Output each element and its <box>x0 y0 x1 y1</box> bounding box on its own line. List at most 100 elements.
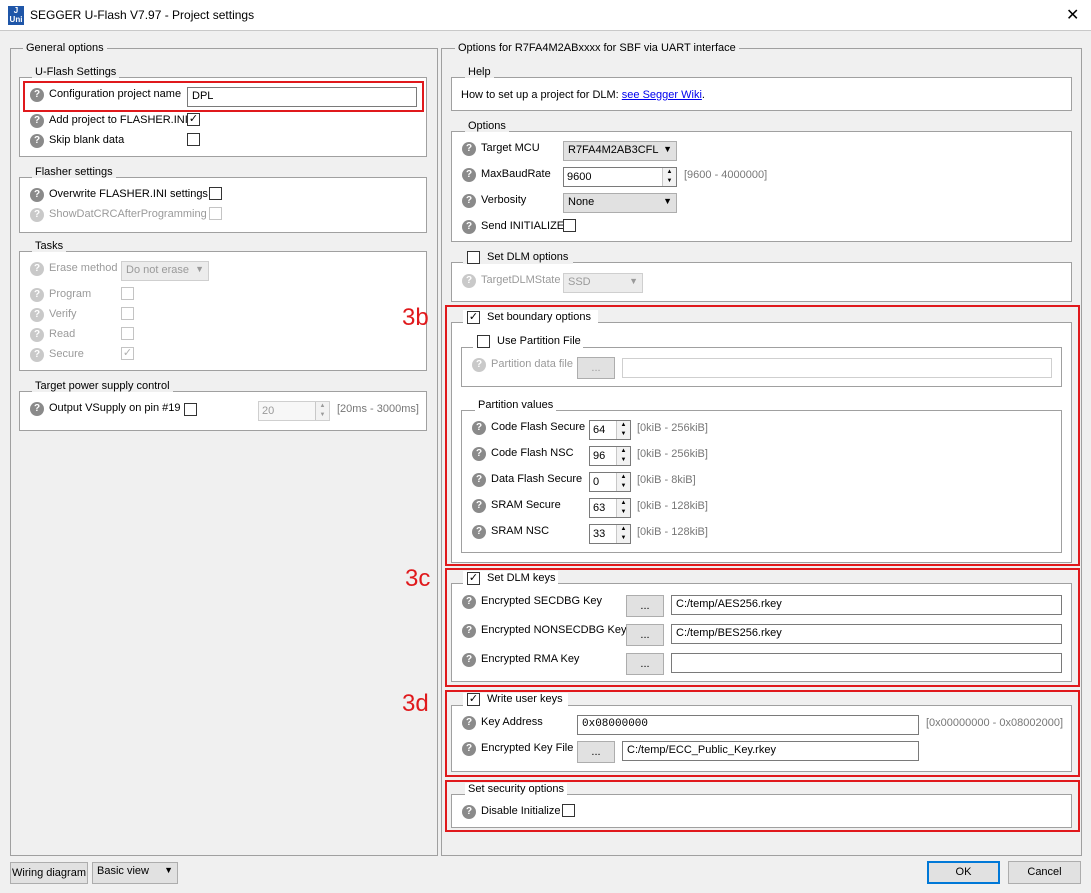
disable-initialize-checkbox[interactable] <box>562 804 575 817</box>
ok-button[interactable]: OK <box>927 861 1000 884</box>
verbosity-value: None <box>568 196 595 208</box>
help-icon[interactable]: ? <box>462 595 476 609</box>
dlm-keys-checkbox[interactable]: ✓ <box>467 572 480 585</box>
partition-row-stepper[interactable]: 33 ▲ ▼ <box>589 524 631 544</box>
help-icon: ? <box>30 288 44 302</box>
help-icon[interactable]: ? <box>30 134 44 148</box>
max-baud-value: 9600 <box>567 171 592 183</box>
spin-up-icon[interactable]: ▲ <box>617 421 630 430</box>
help-icon[interactable]: ? <box>462 142 476 156</box>
help-icon[interactable]: ? <box>472 525 486 539</box>
help-icon: ? <box>472 358 486 372</box>
boundary-options-checkbox[interactable]: ✓ <box>467 311 480 324</box>
output-vsupply-checkbox[interactable] <box>184 403 197 416</box>
dlm-keys-title: Set DLM keys <box>487 572 556 584</box>
help-icon[interactable]: ? <box>472 421 486 435</box>
flasher-settings-title: Flasher settings <box>32 166 116 178</box>
partition-row-stepper[interactable]: 63 ▲ ▼ <box>589 498 631 518</box>
spin-down-icon[interactable]: ▼ <box>617 430 630 439</box>
spin-up-icon[interactable]: ▲ <box>617 447 630 456</box>
dlm-key-path-input[interactable]: C:/temp/AES256.rkey <box>671 595 1062 615</box>
dlm-key-path-input[interactable]: C:/temp/BES256.rkey <box>671 624 1062 644</box>
dlm-key-browse-button[interactable]: ... <box>626 653 664 675</box>
checkmark-icon: ✓ <box>468 311 479 323</box>
spin-up-icon: ▲ <box>316 402 329 411</box>
partition-row-stepper[interactable]: 64 ▲ ▼ <box>589 420 631 440</box>
help-icon[interactable]: ? <box>462 194 476 208</box>
help-icon: ? <box>30 262 44 276</box>
disable-initialize-label: Disable Initialize <box>481 805 561 817</box>
target-dlm-state-value: SSD <box>568 276 591 288</box>
secure-label: Secure <box>49 348 84 360</box>
encrypted-key-file-browse-button[interactable]: ... <box>577 741 615 763</box>
use-partition-file-checkbox[interactable] <box>477 335 490 348</box>
target-dlm-state-label: TargetDLMState <box>481 274 561 286</box>
dlm-key-browse-button[interactable]: ... <box>626 595 664 617</box>
send-initialize-checkbox[interactable] <box>563 219 576 232</box>
spin-up-icon[interactable]: ▲ <box>663 168 676 177</box>
security-options-title: Set security options <box>465 783 567 795</box>
overwrite-checkbox[interactable] <box>209 187 222 200</box>
program-checkbox <box>121 287 134 300</box>
key-address-input[interactable]: 0x08000000 <box>577 715 919 735</box>
partition-row-label: Code Flash Secure <box>491 421 586 433</box>
spin-up-icon[interactable]: ▲ <box>617 525 630 534</box>
dlm-key-browse-button[interactable]: ... <box>626 624 664 646</box>
segger-wiki-link[interactable]: see Segger Wiki <box>622 89 702 101</box>
help-icon[interactable]: ? <box>462 220 476 234</box>
help-icon[interactable]: ? <box>462 742 476 756</box>
help-icon[interactable]: ? <box>462 805 476 819</box>
flasher-settings-group <box>19 177 427 233</box>
view-mode-select[interactable]: Basic view ▼ <box>92 862 178 884</box>
tasks-title: Tasks <box>32 240 67 252</box>
partition-row-label: Data Flash Secure <box>491 473 583 485</box>
help-icon: ? <box>30 208 44 222</box>
help-icon[interactable]: ? <box>30 402 44 416</box>
help-icon: ? <box>462 274 476 288</box>
help-icon[interactable]: ? <box>472 473 486 487</box>
skip-blank-checkbox[interactable] <box>187 133 200 146</box>
dlm-options-checkbox[interactable] <box>467 251 480 264</box>
dlm-key-path-input[interactable] <box>671 653 1062 673</box>
max-baud-stepper[interactable]: 9600 ▲ ▼ <box>563 167 677 187</box>
help-icon[interactable]: ? <box>462 716 476 730</box>
partition-row-stepper[interactable]: 96 ▲ ▼ <box>589 446 631 466</box>
spin-down-icon[interactable]: ▼ <box>617 534 630 543</box>
encrypted-key-file-input[interactable]: C:/temp/ECC_Public_Key.rkey <box>622 741 919 761</box>
partition-row-value: 33 <box>593 528 606 540</box>
verbosity-select[interactable]: None ▼ <box>563 193 677 213</box>
help-icon[interactable]: ? <box>30 88 44 102</box>
help-icon[interactable]: ? <box>462 653 476 667</box>
close-icon[interactable]: ✕ <box>1066 5 1079 25</box>
help-icon[interactable]: ? <box>462 624 476 638</box>
boundary-options-title: Set boundary options <box>487 311 591 323</box>
spin-down-icon: ▼ <box>316 411 329 420</box>
overwrite-label: Overwrite FLASHER.INI settings <box>49 188 208 200</box>
help-icon[interactable]: ? <box>472 499 486 513</box>
help-icon[interactable]: ? <box>30 188 44 202</box>
key-address-range: [0x00000000 - 0x08002000] <box>926 717 1064 729</box>
partition-row-stepper[interactable]: 0 ▲ ▼ <box>589 472 631 492</box>
spin-down-icon[interactable]: ▼ <box>663 177 676 186</box>
partition-row-value: 63 <box>593 502 606 514</box>
spin-up-icon[interactable]: ▲ <box>617 499 630 508</box>
partition-row-range: [0kiB - 128kiB] <box>637 526 708 538</box>
config-name-input[interactable]: DPL <box>187 87 417 107</box>
target-mcu-select[interactable]: R7FA4M2AB3CFL ▼ <box>563 141 677 161</box>
spin-down-icon[interactable]: ▼ <box>617 508 630 517</box>
user-keys-checkbox[interactable]: ✓ <box>467 693 480 706</box>
spin-down-icon[interactable]: ▼ <box>617 456 630 465</box>
checkmark-icon: ✓ <box>468 693 479 705</box>
help-icon[interactable]: ? <box>462 168 476 182</box>
wiring-diagram-button[interactable]: Wiring diagram <box>10 862 88 884</box>
target-dlm-state-select: SSD ▼ <box>563 273 643 293</box>
showdat-label: ShowDatCRCAfterProgramming <box>49 208 207 220</box>
partition-data-file-input <box>622 358 1052 378</box>
help-icon[interactable]: ? <box>472 447 486 461</box>
help-icon[interactable]: ? <box>30 114 44 128</box>
add-project-checkbox[interactable]: ✓ <box>187 113 200 126</box>
spin-down-icon[interactable]: ▼ <box>617 482 630 491</box>
cancel-button[interactable]: Cancel <box>1008 861 1081 884</box>
spin-up-icon[interactable]: ▲ <box>617 473 630 482</box>
title-divider <box>0 30 1091 31</box>
